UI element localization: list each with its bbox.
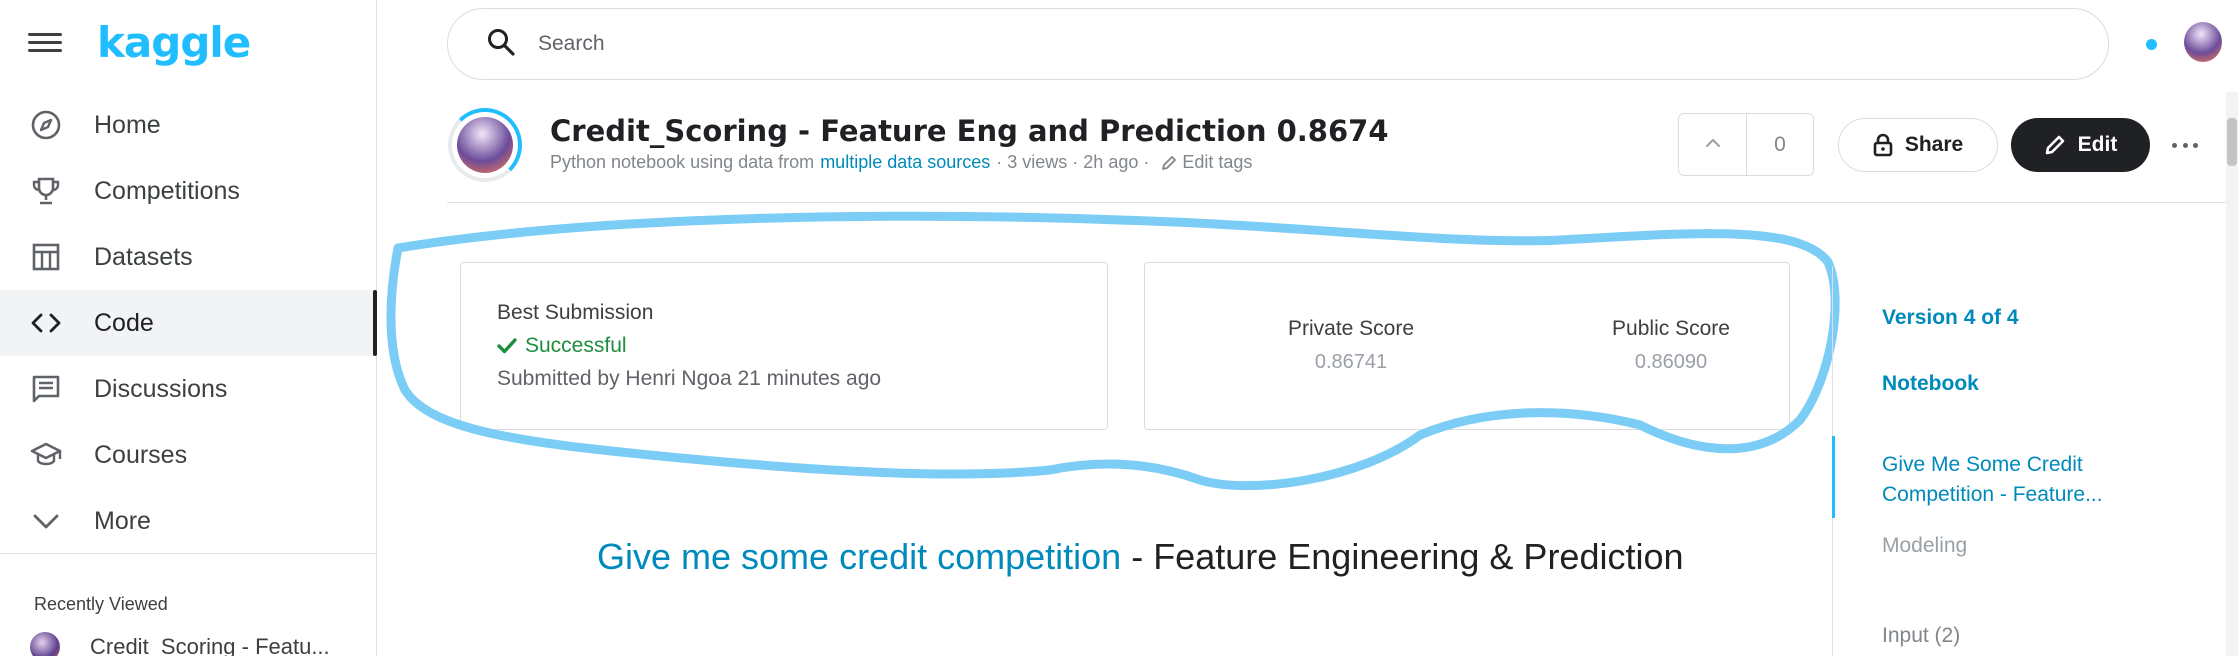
heading-text: - Feature Engineering & Prediction bbox=[1121, 536, 1684, 577]
sidebar-item-label: Code bbox=[94, 308, 154, 337]
sidebar-item-label: Competitions bbox=[94, 176, 240, 205]
check-icon bbox=[497, 337, 517, 355]
kaggle-logo[interactable]: kaggle bbox=[97, 18, 251, 67]
toc-active-indicator bbox=[1832, 436, 1835, 518]
sidebar-item-label: More bbox=[94, 506, 151, 535]
sidebar-item-home[interactable]: Home bbox=[0, 92, 377, 158]
chevron-up-icon bbox=[1704, 136, 1722, 154]
private-score-value: 0.86741 bbox=[1314, 351, 1388, 373]
toc-version[interactable]: Version 4 of 4 bbox=[1882, 306, 2019, 330]
sidebar-nav: Home Competitions Datasets Code Discussi… bbox=[0, 92, 377, 554]
edit-tags-link[interactable]: Edit tags bbox=[1155, 152, 1252, 173]
submitted-by: Submitted by Henri Ngoa 21 minutes ago bbox=[497, 367, 882, 390]
pencil-icon bbox=[1161, 155, 1177, 171]
notebook-heading: Give me some credit competition - Featur… bbox=[597, 532, 1697, 582]
upvote-button[interactable] bbox=[1679, 114, 1747, 175]
sidebar-item-more[interactable]: More bbox=[0, 488, 377, 554]
comment-icon bbox=[28, 371, 64, 407]
trophy-icon bbox=[28, 173, 64, 209]
meta-views: · 3 views · 2h ago · bbox=[996, 152, 1150, 172]
best-submission-card: Best Submission Successful Submitted by … bbox=[460, 262, 1108, 430]
lock-icon bbox=[1873, 133, 1893, 157]
search-input[interactable]: Search bbox=[447, 8, 2109, 80]
share-button[interactable]: Share bbox=[1838, 118, 1998, 172]
sidebar-item-code[interactable]: Code bbox=[0, 290, 377, 356]
toc-section-link[interactable]: Give Me Some Credit Competition - Featur… bbox=[1882, 450, 2142, 510]
table-icon bbox=[28, 239, 64, 275]
vote-widget: 0 bbox=[1678, 113, 1814, 176]
notebook-meta: Python notebook using data from multiple… bbox=[550, 152, 1252, 173]
public-score-label: Public Score bbox=[1612, 317, 1730, 340]
search-icon bbox=[486, 27, 516, 62]
status-badge: Successful bbox=[497, 334, 627, 358]
private-score: Private Score 0.86741 bbox=[1241, 317, 1461, 374]
meta-prefix: Python notebook using data from bbox=[550, 152, 815, 172]
chevron-down-icon bbox=[28, 503, 64, 539]
sidebar-item-datasets[interactable]: Datasets bbox=[0, 224, 377, 290]
sidebar-item-discussions[interactable]: Discussions bbox=[0, 356, 377, 422]
sidebar-item-courses[interactable]: Courses bbox=[0, 422, 377, 488]
toc-input-link[interactable]: Input (2) bbox=[1882, 624, 1960, 648]
more-options-icon[interactable] bbox=[2172, 132, 2198, 158]
best-submission-title: Best Submission bbox=[497, 301, 654, 324]
scrollbar-thumb[interactable] bbox=[2227, 118, 2237, 166]
recently-viewed-title: Recently Viewed bbox=[34, 594, 168, 614]
edit-label: Edit bbox=[2077, 133, 2118, 156]
menu-icon[interactable] bbox=[28, 28, 62, 62]
page-title: Credit_Scoring - Feature Eng and Predict… bbox=[550, 114, 1389, 148]
share-label: Share bbox=[1904, 133, 1964, 156]
user-avatar[interactable] bbox=[2184, 22, 2222, 62]
edit-button[interactable]: Edit bbox=[2011, 118, 2150, 172]
recent-item-label: Credit_Scoring - Featu... bbox=[90, 634, 330, 656]
pencil-icon bbox=[2044, 134, 2066, 156]
public-score-value: 0.86090 bbox=[1634, 351, 1708, 373]
author-avatar[interactable] bbox=[448, 108, 522, 182]
notebook-thumbnail bbox=[30, 632, 60, 656]
vote-count: 0 bbox=[1774, 132, 1786, 156]
sidebar-item-competitions[interactable]: Competitions bbox=[0, 158, 377, 224]
search-placeholder: Search bbox=[538, 32, 605, 55]
toc-notebook[interactable]: Notebook bbox=[1882, 372, 1979, 396]
edit-tags-label: Edit tags bbox=[1182, 152, 1253, 172]
school-icon bbox=[28, 437, 64, 473]
public-score: Public Score 0.86090 bbox=[1561, 317, 1781, 374]
heading-link[interactable]: Give me some credit competition bbox=[597, 536, 1121, 577]
sidebar-item-label: Home bbox=[94, 110, 161, 139]
private-score-label: Private Score bbox=[1287, 317, 1415, 340]
scores-card: Private Score 0.86741 Public Score 0.860… bbox=[1144, 262, 1790, 430]
code-icon bbox=[28, 305, 64, 341]
compass-icon bbox=[28, 107, 64, 143]
notification-dot[interactable] bbox=[2146, 39, 2157, 50]
sidebar-item-label: Discussions bbox=[94, 374, 228, 403]
divider bbox=[0, 553, 377, 554]
data-sources-link[interactable]: multiple data sources bbox=[820, 152, 990, 173]
status-text: Successful bbox=[525, 334, 627, 357]
divider bbox=[447, 202, 2227, 203]
toc-modeling-link[interactable]: Modeling bbox=[1882, 534, 1967, 558]
recent-item[interactable]: Credit_Scoring - Featu... bbox=[30, 632, 330, 656]
avatar-image bbox=[457, 117, 513, 173]
sidebar: kaggle Home Competitions Datasets Code D… bbox=[0, 0, 377, 656]
sidebar-item-label: Courses bbox=[94, 440, 188, 469]
scrollbar-track[interactable] bbox=[2226, 92, 2238, 656]
sidebar-item-label: Datasets bbox=[94, 242, 193, 271]
